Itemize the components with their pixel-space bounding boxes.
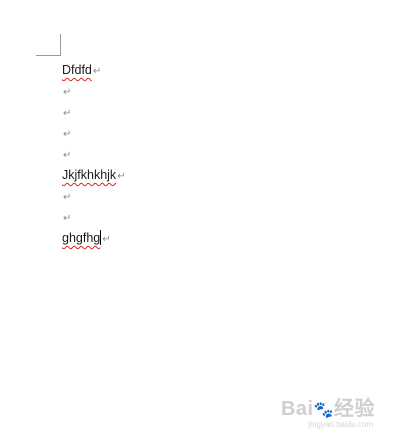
paragraph-text: ghgfhg [62,231,101,245]
paragraph-mark-icon: ↵ [63,150,72,161]
watermark-brand: Bai [280,398,314,420]
margin-mark-vertical [60,34,61,56]
paragraph-mark-icon: ↵ [63,129,72,140]
paragraph-text: Dfdfd [62,63,92,77]
paragraph-mark-icon: ↵ [63,213,72,224]
paragraph-line[interactable]: Dfdfd↵ [62,60,126,81]
paragraph-mark-icon: ↵ [92,66,102,77]
paragraph-mark-icon: ↵ [117,171,126,182]
paragraph-line[interactable]: ↵ [62,144,126,165]
paragraph-line[interactable]: ghgfhg ↵ [62,228,126,249]
watermark-logo: Bai🐾经验 [281,392,375,421]
watermark-suffix: 经验 [334,398,375,420]
paragraph-mark-icon: ↵ [63,108,72,119]
paragraph-line[interactable]: ↵ [62,123,126,144]
paragraph-mark-icon: ↵ [63,192,72,203]
page-margin-corner-mark [36,34,61,56]
watermark-url: jingyan.baidu.com [308,420,373,429]
paragraph-mark-icon: ↵ [63,87,72,98]
paragraph-text: Jkjfkhkhjk [62,168,117,182]
paragraph-line[interactable]: ↵ [62,207,126,228]
paragraph-line[interactable]: Jkjfkhkhjk↵ [62,165,126,186]
margin-mark-horizontal [36,55,61,56]
document-body[interactable]: Dfdfd↵ ↵ ↵ ↵ ↵ Jkjfkhkhjk↵ ↵ ↵ ghgfhg ↵ [62,60,126,249]
paragraph-mark-icon: ↵ [102,234,111,245]
document-page[interactable]: Dfdfd↵ ↵ ↵ ↵ ↵ Jkjfkhkhjk↵ ↵ ↵ ghgfhg ↵ B… [0,0,403,437]
paragraph-line[interactable]: ↵ [62,81,126,102]
paw-icon: 🐾 [313,402,334,419]
paragraph-line[interactable]: ↵ [62,186,126,207]
paragraph-line[interactable]: ↵ [62,102,126,123]
